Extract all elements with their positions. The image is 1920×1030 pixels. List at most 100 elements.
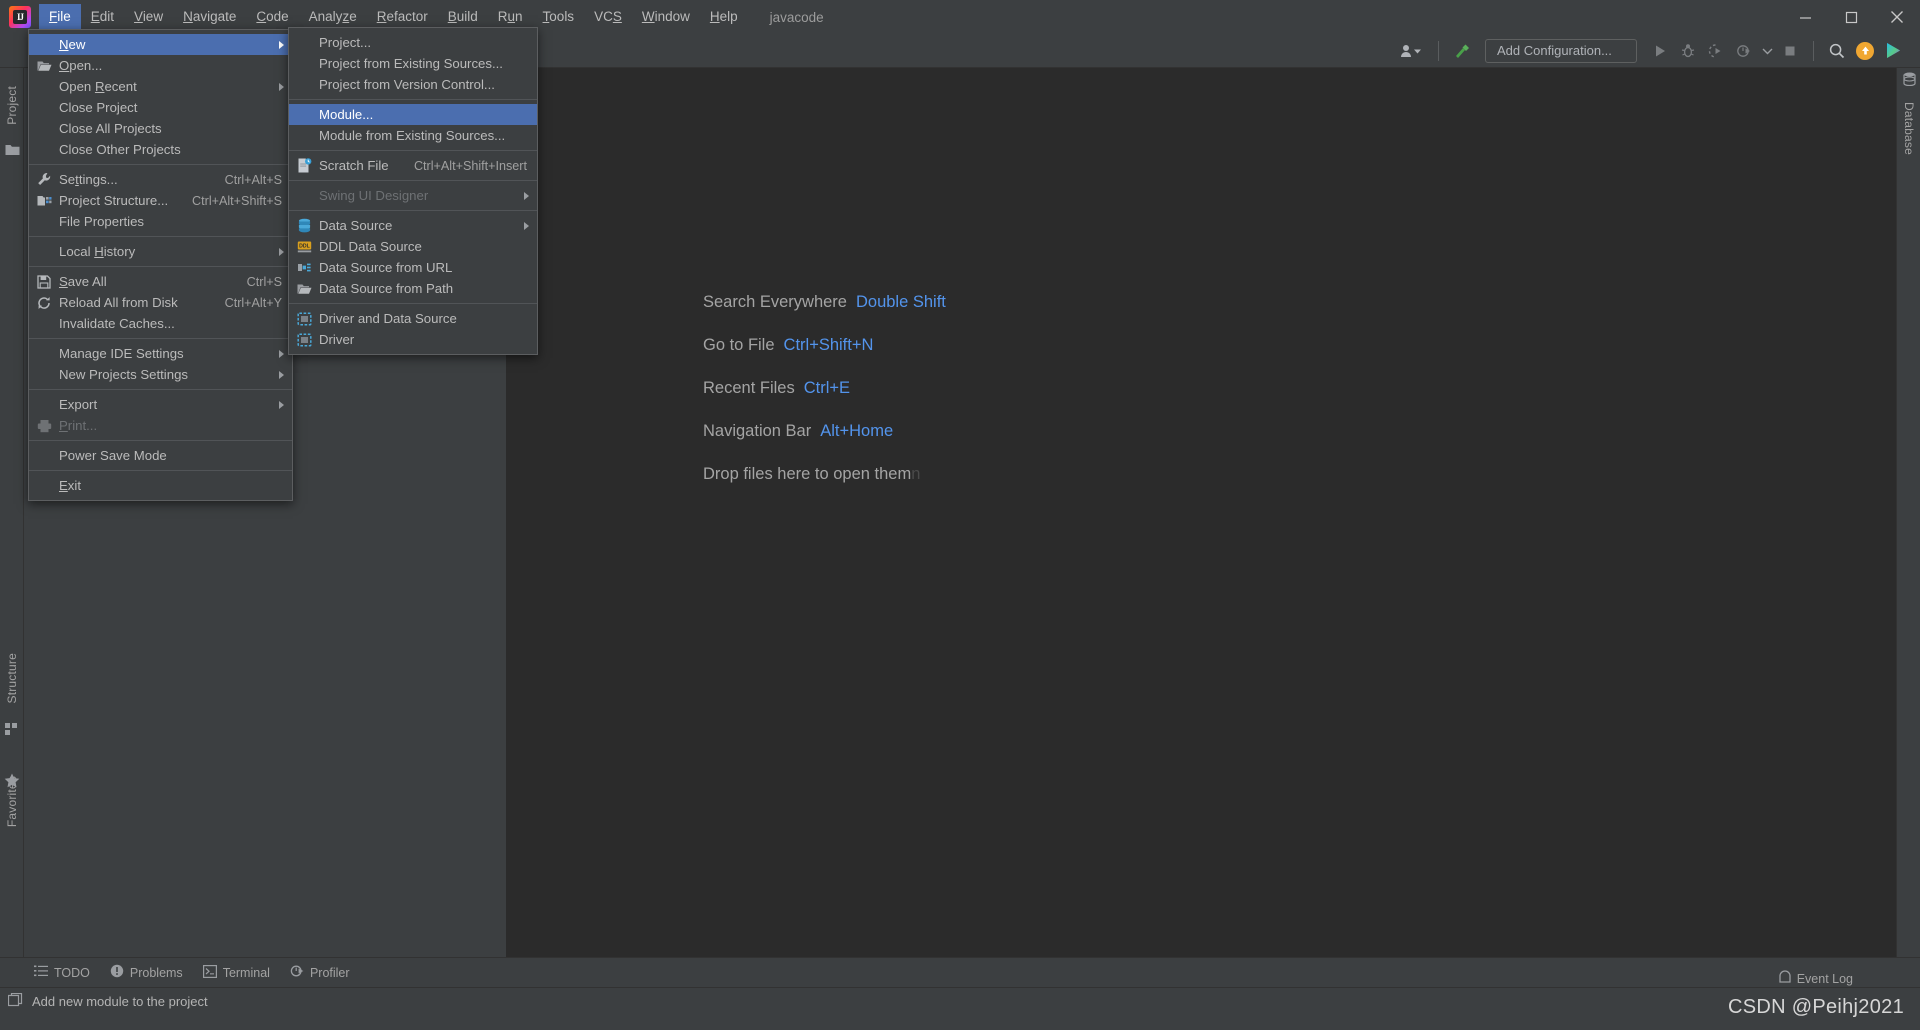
debug-icon[interactable] xyxy=(1675,38,1701,64)
menu-item-data-source-from-path[interactable]: Data Source from Path xyxy=(289,278,537,299)
run-with-coverage-icon[interactable] xyxy=(1703,38,1729,64)
menu-item-label: Export xyxy=(59,397,98,412)
menu-item-open-recent[interactable]: Open Recent xyxy=(29,76,292,97)
sidebar-item-structure[interactable]: Structure xyxy=(0,638,24,718)
menu-window[interactable]: Window xyxy=(632,4,700,30)
problems-icon xyxy=(110,964,124,981)
drop-files-hint-text: Drop files here to open them xyxy=(703,465,912,483)
editor-welcome-hints: Search Everywhere Double Shift Go to File C… xyxy=(703,293,946,484)
printer-icon xyxy=(29,415,59,436)
chevron-down-icon[interactable] xyxy=(1759,38,1775,64)
menu-item-file-properties[interactable]: File Properties xyxy=(29,211,292,232)
menu-item-data-source[interactable]: Data Source xyxy=(289,215,537,236)
menu-separator xyxy=(29,164,292,165)
menu-item-label: Save All xyxy=(59,274,107,289)
sidebar-item-project[interactable]: Project xyxy=(0,74,24,136)
database-icon xyxy=(289,215,319,236)
menu-item-label: New Projects Settings xyxy=(59,367,188,382)
menu-item-close-project[interactable]: Close Project xyxy=(29,97,292,118)
menu-item-label: Driver xyxy=(319,332,355,347)
menu-item-label: Module from Existing Sources... xyxy=(319,128,506,143)
todo-list-icon xyxy=(34,965,48,980)
menu-icon-placeholder xyxy=(29,364,59,385)
tool-window-structure-label: Structure xyxy=(5,652,19,704)
menu-item-label: Data Source from URL xyxy=(319,260,453,275)
menu-item-ddl-data-source[interactable]: DDL DDL Data Source xyxy=(289,236,537,257)
module-icon xyxy=(7,992,23,1010)
project-folder-icon[interactable] xyxy=(0,140,24,158)
data-source-url-icon xyxy=(289,257,319,278)
minimize-button[interactable] xyxy=(1782,0,1828,34)
bottom-tool-terminal[interactable]: Terminal xyxy=(199,958,286,988)
menu-item-exit[interactable]: Exit xyxy=(29,475,292,496)
updates-available-icon[interactable] xyxy=(1852,38,1878,64)
database-toolwindow-icon[interactable] xyxy=(1897,70,1920,88)
csdn-watermark: CSDN @Peihj2021 xyxy=(1728,996,1904,1018)
editor-area[interactable]: Search Everywhere Double Shift Go to File C… xyxy=(506,68,1896,988)
menu-item-label: Close Other Projects xyxy=(59,142,181,157)
save-icon xyxy=(29,271,59,292)
menu-item-project-from-version-control[interactable]: Project from Version Control... xyxy=(289,74,537,95)
bottom-tool-profiler[interactable]: Profiler xyxy=(286,958,366,988)
window-controls xyxy=(1782,0,1920,34)
profiler-icon[interactable] xyxy=(1731,38,1757,64)
ide-assistant-icon[interactable] xyxy=(1880,38,1906,64)
stop-icon[interactable] xyxy=(1777,38,1803,64)
menu-item-project-from-existing-sources[interactable]: Project from Existing Sources... xyxy=(289,53,537,74)
menu-item-reload-all-from-disk[interactable]: Reload All from Disk Ctrl+Alt+Y xyxy=(29,292,292,313)
bottom-tool-todo[interactable]: TODO xyxy=(30,958,106,988)
driver-icon xyxy=(289,308,319,329)
menu-help[interactable]: Help xyxy=(700,4,748,30)
build-hammer-icon[interactable] xyxy=(1449,38,1475,64)
toolbar-separator-2 xyxy=(1813,40,1814,61)
menu-icon-placeholder xyxy=(29,139,59,160)
ide-window: IJ File Edit View Navigate Code Analyze Refact… xyxy=(0,0,1920,1030)
menu-icon-placeholder xyxy=(29,118,59,139)
menu-item-label: Driver and Data Source xyxy=(319,311,457,326)
menu-item-label: Project from Existing Sources... xyxy=(319,56,503,71)
run-icon[interactable] xyxy=(1647,38,1673,64)
menu-tools[interactable]: Tools xyxy=(533,4,585,30)
menu-view[interactable]: View xyxy=(124,4,173,30)
bottom-tool-problems[interactable]: Problems xyxy=(106,958,199,988)
menu-item-local-history[interactable]: Local History xyxy=(29,241,292,262)
menu-item-power-save-mode[interactable]: Power Save Mode xyxy=(29,445,292,466)
menu-item-new-projects-settings[interactable]: New Projects Settings xyxy=(29,364,292,385)
menu-item-driver[interactable]: Driver xyxy=(289,329,537,350)
event-log-button[interactable]: Event Log xyxy=(1778,970,1853,987)
menu-edit[interactable]: Edit xyxy=(81,4,124,30)
menu-file[interactable]: File xyxy=(39,4,81,30)
menu-item-driver-and-data-source[interactable]: Driver and Data Source xyxy=(289,308,537,329)
maximize-button[interactable] xyxy=(1828,0,1874,34)
menu-item-data-source-from-url[interactable]: Data Source from URL xyxy=(289,257,537,278)
menu-item-label: Scratch File xyxy=(319,158,389,173)
menu-item-scratch-file[interactable]: Scratch File Ctrl+Alt+Shift+Insert xyxy=(289,155,537,176)
menu-item-export[interactable]: Export xyxy=(29,394,292,415)
menu-item-module-from-existing-sources[interactable]: Module from Existing Sources... xyxy=(289,125,537,146)
menu-item-module[interactable]: Module... xyxy=(289,104,537,125)
add-configuration-button[interactable]: Add Configuration... xyxy=(1485,38,1637,63)
menu-item-open[interactable]: Open... xyxy=(29,55,292,76)
event-log-icon xyxy=(1778,970,1792,987)
menu-item-close-all-projects[interactable]: Close All Projects xyxy=(29,118,292,139)
menu-item-save-all[interactable]: Save All Ctrl+S xyxy=(29,271,292,292)
search-everywhere-icon[interactable] xyxy=(1824,38,1850,64)
close-button[interactable] xyxy=(1874,0,1920,34)
menu-vcs[interactable]: VCS xyxy=(584,4,632,30)
menu-item-manage-ide-settings[interactable]: Manage IDE Settings xyxy=(29,343,292,364)
menu-item-settings[interactable]: Settings... Ctrl+Alt+S xyxy=(29,169,292,190)
sidebar-item-database[interactable]: Database xyxy=(1897,88,1920,168)
menu-item-new[interactable]: New xyxy=(29,34,292,55)
menu-item-invalidate-caches[interactable]: Invalidate Caches... xyxy=(29,313,292,334)
user-accounts-icon[interactable] xyxy=(1394,38,1428,64)
welcome-hint-shortcut: Ctrl+E xyxy=(803,379,851,397)
menu-item-project-structure[interactable]: Project Structure... Ctrl+Alt+Shift+S xyxy=(29,190,292,211)
menu-navigate[interactable]: Navigate xyxy=(173,4,246,30)
file-menu-popup[interactable]: New Open... Open Recent Close Project Close … xyxy=(28,29,293,501)
menu-item-close-other-projects[interactable]: Close Other Projects xyxy=(29,139,292,160)
welcome-hint-shortcut: Double Shift xyxy=(855,293,946,311)
right-tool-stripe: Database xyxy=(1896,68,1920,988)
menu-item-project[interactable]: Project... xyxy=(289,32,537,53)
new-submenu-popup[interactable]: Project... Project from Existing Sources.… xyxy=(288,27,538,355)
star-icon[interactable] xyxy=(0,771,24,789)
